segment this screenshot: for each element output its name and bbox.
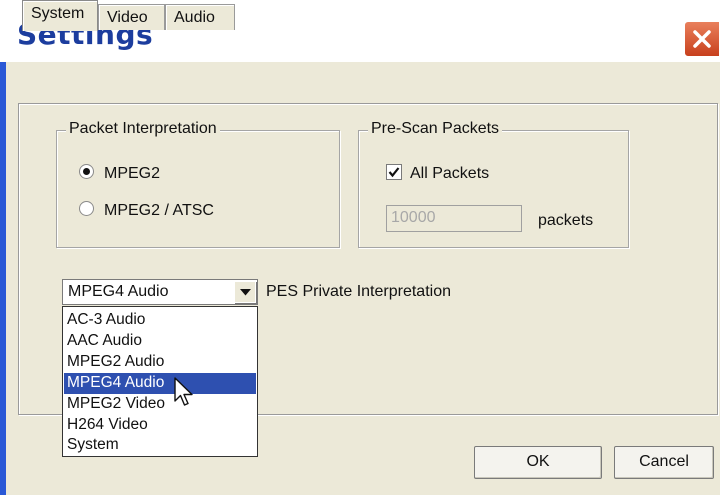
close-button[interactable] [684,21,720,57]
radio-unselected-icon [79,201,94,216]
radio-mpeg2-label: MPEG2 [104,165,161,182]
pes-interpretation-label: PES Private Interpretation [266,283,451,300]
packet-count-input[interactable]: 10000 [386,205,522,232]
pes-interpretation-select[interactable]: MPEG4 Audio [62,279,258,305]
option-ac3-audio[interactable]: AC-3 Audio [64,310,256,331]
all-packets-label: All Packets [410,165,490,182]
packet-interpretation-group: Packet Interpretation [56,120,340,248]
mouse-pointer-icon [174,377,193,406]
prescan-packets-legend: Pre-Scan Packets [368,120,503,138]
pes-dropdown-list: AC-3 Audio AAC Audio MPEG2 Audio MPEG4 A… [62,306,258,457]
option-mpeg4-audio[interactable]: MPEG4 Audio [64,373,256,394]
radio-mpeg2-atsc[interactable]: MPEG2 / ATSC [79,201,214,220]
dropdown-button[interactable] [234,281,256,303]
all-packets-checkbox[interactable]: All Packets [386,164,489,183]
ok-button[interactable]: OK [474,446,602,479]
checkbox-checked-icon [386,164,402,180]
cancel-button[interactable]: Cancel [614,446,714,479]
option-system[interactable]: System [64,435,256,456]
packet-interpretation-legend: Packet Interpretation [66,120,220,138]
radio-mpeg2-atsc-label: MPEG2 / ATSC [104,202,214,219]
option-mpeg2-audio[interactable]: MPEG2 Audio [64,352,256,373]
option-aac-audio[interactable]: AAC Audio [64,331,256,352]
pes-selected-value: MPEG4 Audio [68,283,169,300]
option-h264-video[interactable]: H264 Video [64,415,256,436]
packets-unit-label: packets [538,212,594,229]
option-mpeg2-video[interactable]: MPEG2 Video [64,394,256,415]
radio-selected-icon [79,164,94,179]
radio-mpeg2[interactable]: MPEG2 [79,164,160,183]
tab-system[interactable]: System [22,0,98,31]
close-icon [693,30,711,48]
tab-audio[interactable]: Audio [165,4,235,30]
chevron-down-icon [240,289,251,296]
tab-video[interactable]: Video [98,4,165,30]
